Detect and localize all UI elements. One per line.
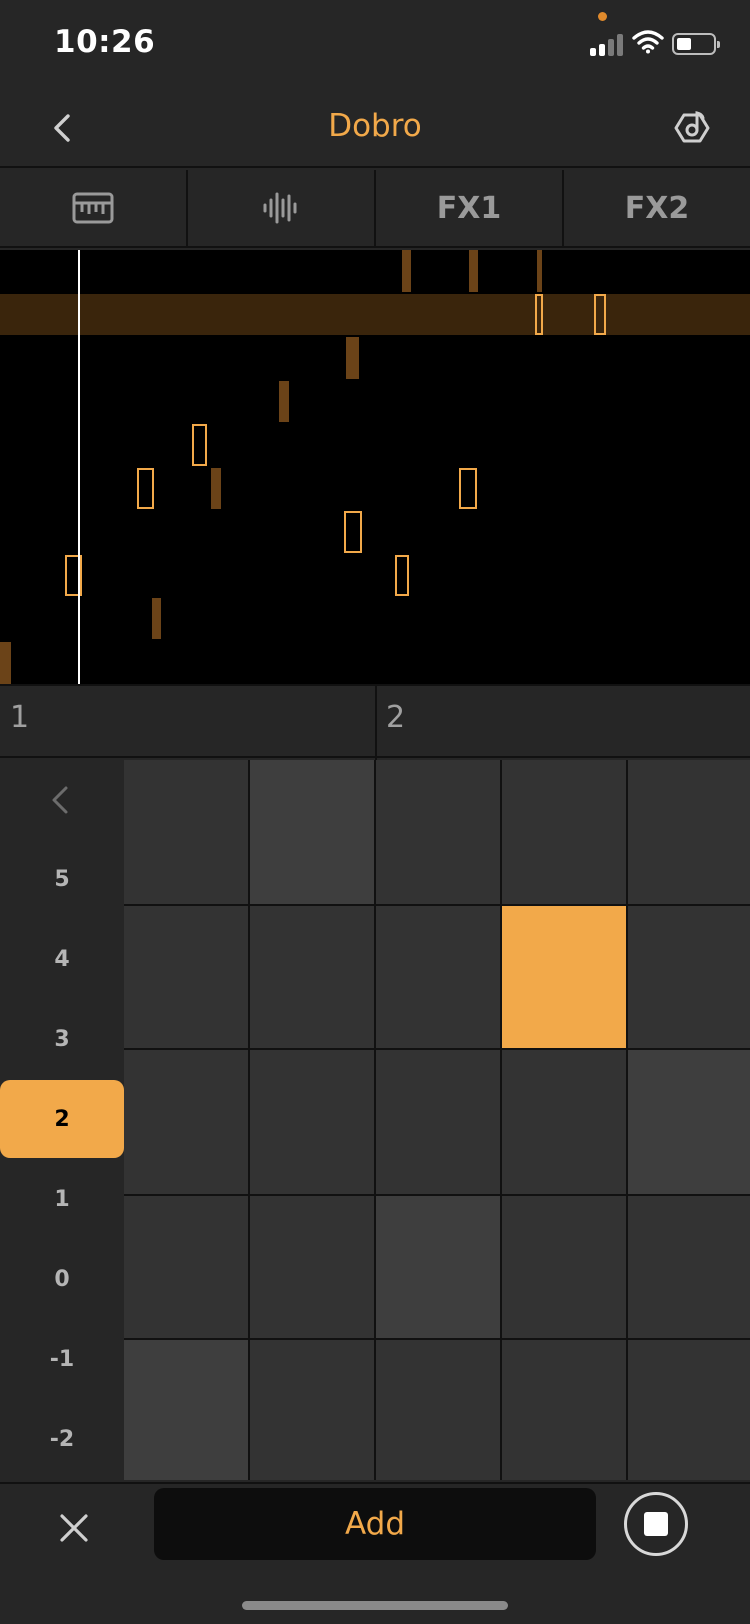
pad[interactable] bbox=[376, 760, 500, 904]
note[interactable] bbox=[0, 642, 11, 684]
bottom-bar: Add bbox=[0, 1482, 750, 1624]
pad[interactable] bbox=[124, 906, 248, 1048]
highlighted-lane bbox=[0, 294, 750, 335]
measure-divider bbox=[375, 686, 377, 760]
pad[interactable] bbox=[502, 1196, 626, 1338]
octave-item[interactable]: 1 bbox=[0, 1160, 124, 1238]
status-time: 10:26 bbox=[54, 24, 156, 60]
pad[interactable] bbox=[502, 1340, 626, 1480]
cellular-signal-icon bbox=[590, 32, 626, 56]
measure-label: 1 bbox=[10, 700, 30, 735]
pad[interactable] bbox=[502, 760, 626, 904]
piano-roll[interactable] bbox=[0, 250, 750, 684]
note-outline[interactable] bbox=[192, 424, 207, 466]
pad[interactable] bbox=[628, 906, 750, 1048]
playhead[interactable] bbox=[78, 250, 80, 684]
pad[interactable] bbox=[628, 1050, 750, 1194]
tab-waveform[interactable] bbox=[188, 170, 376, 246]
pad[interactable] bbox=[502, 1050, 626, 1194]
stop-button[interactable] bbox=[624, 1492, 688, 1556]
pad[interactable] bbox=[250, 1196, 374, 1338]
page-title: Dobro bbox=[328, 108, 422, 144]
wifi-icon bbox=[632, 30, 664, 54]
measure-ruler[interactable]: 1 2 bbox=[0, 684, 750, 760]
note[interactable] bbox=[211, 468, 221, 509]
note-outline[interactable] bbox=[344, 511, 362, 553]
tab-ruler[interactable] bbox=[0, 170, 188, 246]
note[interactable] bbox=[402, 250, 411, 292]
octave-item[interactable]: 5 bbox=[0, 840, 124, 918]
chevron-left-icon[interactable] bbox=[40, 778, 84, 822]
pad[interactable] bbox=[124, 760, 248, 904]
octave-panel: 5 4 3 2 1 0 -1 -2 bbox=[0, 760, 124, 1480]
pad-grid bbox=[124, 760, 750, 1480]
note-outline[interactable] bbox=[395, 555, 409, 596]
pad[interactable] bbox=[250, 1050, 374, 1194]
waveform-icon bbox=[263, 192, 297, 224]
pad[interactable] bbox=[628, 760, 750, 904]
editor-tabs: FX1 FX2 bbox=[0, 170, 750, 248]
octave-item-selected[interactable]: 2 bbox=[0, 1080, 124, 1158]
stop-icon bbox=[644, 1512, 668, 1536]
octave-item[interactable]: 3 bbox=[0, 1000, 124, 1078]
battery-icon bbox=[672, 33, 720, 55]
pad[interactable] bbox=[628, 1196, 750, 1338]
home-indicator[interactable] bbox=[242, 1601, 508, 1610]
pad[interactable] bbox=[250, 760, 374, 904]
tab-fx2[interactable]: FX2 bbox=[564, 170, 750, 246]
tab-fx1[interactable]: FX1 bbox=[376, 170, 564, 246]
pad-active[interactable] bbox=[502, 906, 626, 1048]
close-icon[interactable] bbox=[54, 1508, 94, 1548]
octave-item[interactable]: -2 bbox=[0, 1400, 124, 1478]
ruler-icon bbox=[72, 192, 114, 224]
measure-label: 2 bbox=[386, 700, 406, 735]
octave-item[interactable]: 4 bbox=[0, 920, 124, 998]
octave-item[interactable]: -1 bbox=[0, 1320, 124, 1398]
status-bar: 10:26 bbox=[0, 0, 750, 88]
pad[interactable] bbox=[376, 906, 500, 1048]
pad[interactable] bbox=[376, 1196, 500, 1338]
note-outline[interactable] bbox=[594, 294, 606, 335]
pad[interactable] bbox=[124, 1050, 248, 1194]
note[interactable] bbox=[469, 250, 478, 292]
pad[interactable] bbox=[376, 1050, 500, 1194]
pad[interactable] bbox=[628, 1340, 750, 1480]
add-button[interactable]: Add bbox=[154, 1488, 596, 1560]
privacy-indicator-dot bbox=[598, 12, 607, 21]
note-outline[interactable] bbox=[459, 468, 477, 509]
pad[interactable] bbox=[250, 906, 374, 1048]
note[interactable] bbox=[279, 381, 289, 422]
pad[interactable] bbox=[124, 1196, 248, 1338]
note-outline[interactable] bbox=[535, 294, 543, 335]
octave-item[interactable]: 0 bbox=[0, 1240, 124, 1318]
pad[interactable] bbox=[250, 1340, 374, 1480]
note-settings-icon[interactable] bbox=[670, 106, 714, 150]
nav-bar: Dobro bbox=[0, 88, 750, 168]
pad[interactable] bbox=[124, 1340, 248, 1480]
pad[interactable] bbox=[376, 1340, 500, 1480]
note[interactable] bbox=[152, 598, 161, 639]
note-outline[interactable] bbox=[137, 468, 154, 509]
note[interactable] bbox=[346, 337, 359, 379]
note[interactable] bbox=[537, 250, 542, 292]
